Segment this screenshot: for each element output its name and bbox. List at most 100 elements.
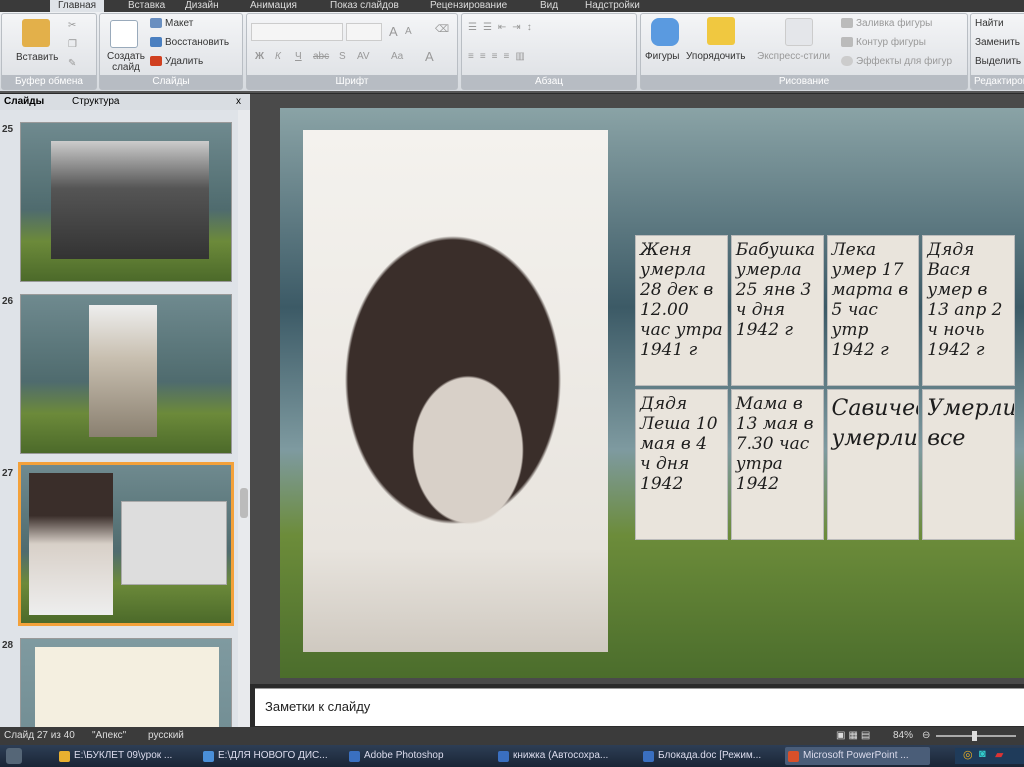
theme-name: "Апекс" <box>92 730 127 741</box>
font-size-select[interactable] <box>346 23 382 41</box>
taskbar-item-label: E:\БУКЛЕТ 09\урок ... <box>74 750 173 761</box>
taskbar-item[interactable]: книжка (Автосохра... <box>495 747 635 765</box>
slides-group-label: Слайды <box>100 75 242 89</box>
system-tray: ◎ ◙ ▰ <box>955 748 1024 764</box>
scroll-thumb[interactable] <box>240 488 248 518</box>
effects-label: Эффекты для фигур <box>856 56 953 67</box>
replace-button[interactable]: Заменить <box>975 37 1020 48</box>
quick-styles-icon <box>785 18 813 46</box>
portrait-photo[interactable] <box>303 130 608 652</box>
layout-label: Макет <box>165 18 194 29</box>
tab-addins[interactable]: Надстройки <box>585 0 640 12</box>
bold-button[interactable]: Ж <box>255 51 264 62</box>
quick-styles-button[interactable]: Экспресс-стили <box>757 51 830 62</box>
paragraph-group-label: Абзац <box>462 75 636 89</box>
thumb-number: 27 <box>2 468 14 479</box>
tray-icon[interactable]: ◙ <box>979 748 986 760</box>
start-icon[interactable] <box>6 748 22 764</box>
photoshop-icon <box>349 751 360 762</box>
layout-button[interactable]: Макет <box>150 18 193 29</box>
tab-slideshow[interactable]: Показ слайдов <box>330 0 399 12</box>
diary-card: Дядя Леша 10 мая в 4 ч дня 1942 <box>635 389 728 540</box>
slide-thumbnail-27[interactable] <box>18 462 234 626</box>
diary-card: Бабушка умерла 25 янв 3 ч дня 1942 г <box>730 235 824 386</box>
font-name-select[interactable] <box>251 23 343 41</box>
zoom-level[interactable]: 84% <box>893 730 913 741</box>
word-icon <box>643 751 654 762</box>
zoom-slider-handle[interactable] <box>972 731 977 741</box>
paste-button[interactable]: Вставить <box>16 52 58 63</box>
tab-slides[interactable]: Слайды <box>4 96 44 107</box>
copy-icon[interactable]: ❐ <box>68 39 77 50</box>
taskbar-item[interactable]: Блокада.doc [Режим... <box>640 747 780 765</box>
language[interactable]: русский <box>148 730 184 741</box>
ribbon-tabs: Главная Вставка Дизайн Анимация Показ сл… <box>0 0 1024 12</box>
tray-icon[interactable]: ◎ <box>963 748 973 761</box>
paragraph-group: ☰☰⇤⇥↕ ≡≡≡≡▥ Абзац <box>461 13 637 90</box>
strike-button[interactable]: abc <box>313 51 329 62</box>
tab-home[interactable]: Главная <box>50 0 105 12</box>
find-button[interactable]: Найти <box>975 18 1004 29</box>
font-group: A A ⌫ Ж К Ч abc S AV Aa A Шрифт <box>246 13 458 90</box>
slide-thumbnail-26[interactable] <box>20 294 232 454</box>
thumbnails-scrollbar[interactable] <box>238 110 250 727</box>
thumb-cards <box>121 501 227 585</box>
tab-insert[interactable]: Вставка <box>128 0 165 12</box>
view-buttons[interactable]: ▣▦▤ <box>836 730 873 741</box>
zoom-out-icon[interactable]: ⊖ <box>922 730 930 741</box>
folder-icon <box>59 751 70 762</box>
powerpoint-icon <box>788 751 799 762</box>
taskbar-item[interactable]: Adobe Photoshop <box>346 747 486 765</box>
shape-fill-button[interactable]: Заливка фигуры <box>841 18 932 29</box>
tab-outline[interactable]: Структура <box>72 96 119 107</box>
reset-button[interactable]: Восстановить <box>150 37 229 48</box>
grow-font-button[interactable]: A <box>389 24 398 39</box>
slides-group: Создать слайд Макет Восстановить Удалить… <box>99 13 243 90</box>
taskbar-item[interactable]: E:\ДЛЯ НОВОГО ДИС... <box>200 747 340 765</box>
tab-review[interactable]: Рецензирование <box>430 0 507 12</box>
panel-tabs: Слайды Структура x <box>0 94 250 110</box>
clipboard-group: Вставить ✂ ❐ ✎ Буфер обмена <box>1 13 97 90</box>
taskbar-item-label: книжка (Автосохра... <box>513 750 609 761</box>
slide-thumbnails: 25 26 27 28 <box>0 110 250 727</box>
new-slide-button[interactable]: Создать слайд <box>104 51 148 73</box>
cut-icon[interactable]: ✂ <box>68 20 76 31</box>
shapes-button[interactable]: Фигуры <box>645 51 679 62</box>
change-case-button[interactable]: Aa <box>391 51 403 62</box>
tab-design[interactable]: Дизайн <box>185 0 219 12</box>
underline-button[interactable]: Ч <box>295 51 302 62</box>
format-painter-icon[interactable]: ✎ <box>68 58 76 69</box>
shrink-font-button[interactable]: A <box>405 26 412 37</box>
align-buttons[interactable]: ≡≡≡≡▥ <box>468 51 531 62</box>
outline-label: Контур фигуры <box>856 37 926 48</box>
clear-format-icon[interactable]: ⌫ <box>435 24 449 35</box>
italic-button[interactable]: К <box>275 51 281 62</box>
slide-thumbnail-28[interactable] <box>20 638 232 727</box>
tab-view[interactable]: Вид <box>540 0 558 12</box>
thumb-photo <box>51 141 209 259</box>
diary-card: Савичевы умерли <box>826 389 920 540</box>
new-slide-icon <box>110 20 138 48</box>
paste-icon <box>22 19 50 47</box>
word-icon <box>498 751 509 762</box>
diary-pages-image[interactable]: Женя умерла 28 дек в 12.00 час утра 1941… <box>635 235 1015 540</box>
close-panel-button[interactable]: x <box>236 96 241 107</box>
ribbon: Вставить ✂ ❐ ✎ Буфер обмена Создать слай… <box>0 12 1024 93</box>
slide-thumbnail-25[interactable] <box>20 122 232 282</box>
taskbar-item-label: Блокада.doc [Режим... <box>658 750 762 761</box>
taskbar-item-active[interactable]: Microsoft PowerPoint ... <box>785 747 930 765</box>
tab-animation[interactable]: Анимация <box>250 0 297 12</box>
taskbar-item[interactable]: E:\БУКЛЕТ 09\урок ... <box>56 747 196 765</box>
select-button[interactable]: Выделить <box>975 56 1021 67</box>
font-color-button[interactable]: A <box>425 49 434 64</box>
tray-icon[interactable]: ▰ <box>995 748 1003 761</box>
shadow-button[interactable]: S <box>339 51 346 62</box>
arrange-button[interactable]: Упорядочить <box>686 51 746 62</box>
delete-slide-button[interactable]: Удалить <box>150 56 203 67</box>
notes-input[interactable]: Заметки к слайду <box>255 688 1024 726</box>
spacing-button[interactable]: AV <box>357 51 370 62</box>
shape-effects-button[interactable]: Эффекты для фигур <box>841 56 952 67</box>
reset-label: Восстановить <box>165 37 230 48</box>
shape-outline-button[interactable]: Контур фигуры <box>841 37 926 48</box>
list-buttons[interactable]: ☰☰⇤⇥↕ <box>468 22 538 33</box>
